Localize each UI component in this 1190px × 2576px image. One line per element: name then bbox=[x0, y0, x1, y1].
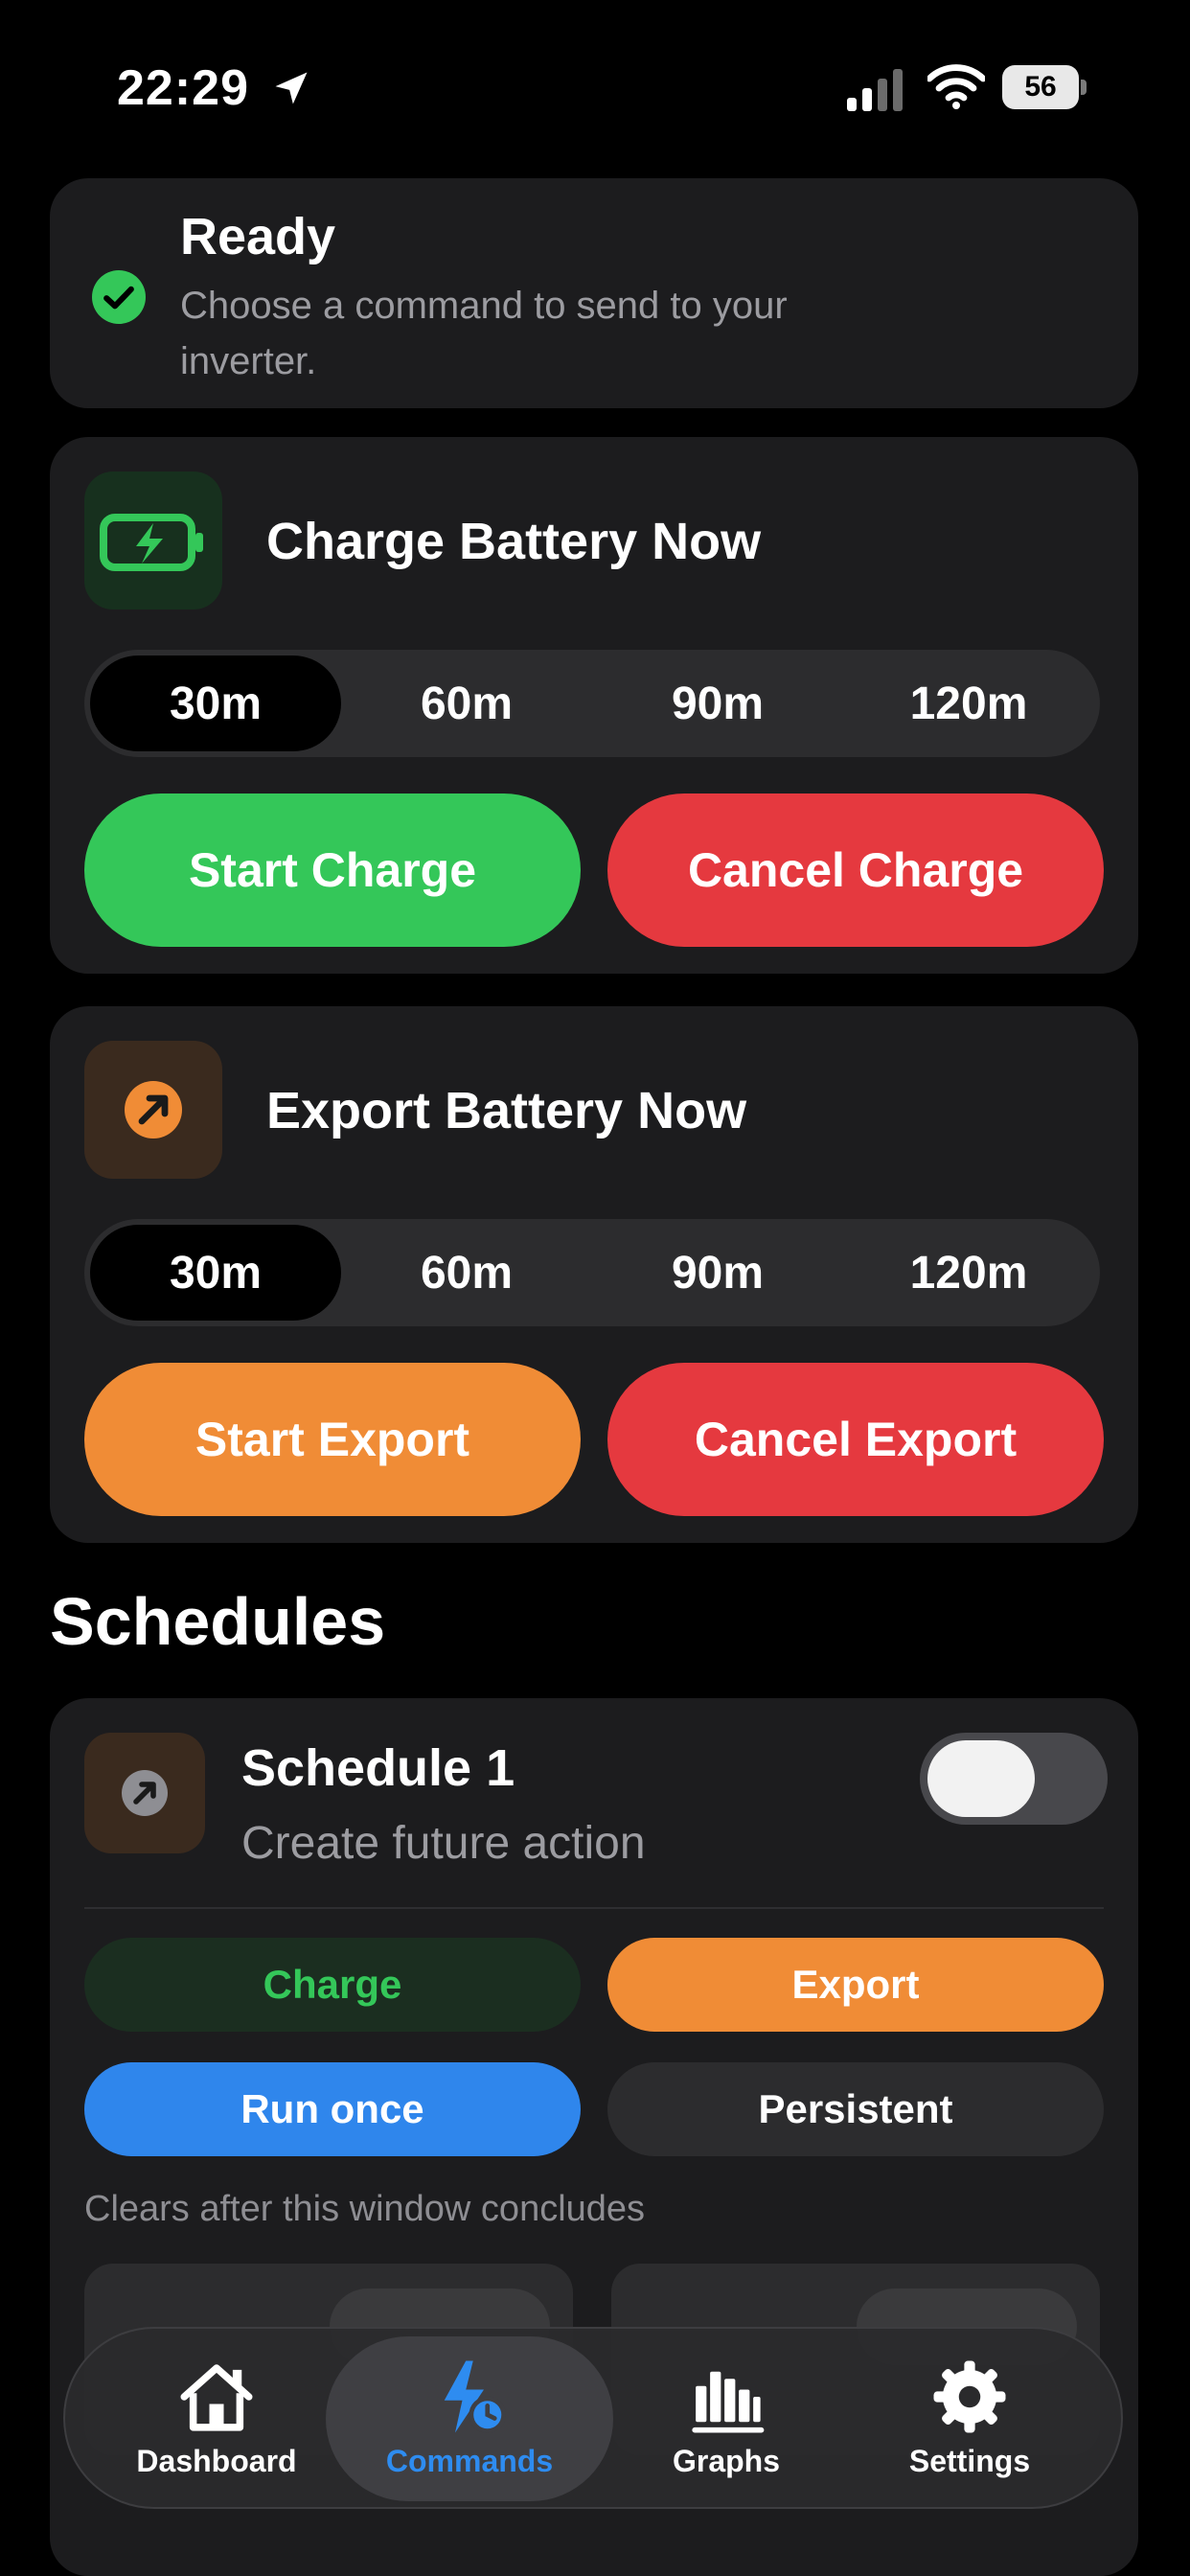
persistent-chip[interactable]: Persistent bbox=[607, 2062, 1104, 2156]
charge-action-row: Start Charge Cancel Charge bbox=[84, 794, 1104, 947]
bolt-clock-icon bbox=[444, 2360, 506, 2433]
tab-label: Commands bbox=[385, 2444, 554, 2478]
charge-battery-card: Charge Battery Now 30m 60m 90m 120m Star… bbox=[50, 437, 1138, 974]
bar-chart-icon bbox=[692, 2371, 765, 2433]
export-duration-picker: 30m 60m 90m 120m bbox=[84, 1219, 1100, 1326]
status-subtitle: Choose a command to send to your inverte… bbox=[180, 285, 788, 382]
cellular-signal-icon bbox=[847, 69, 903, 111]
tab-label: Dashboard bbox=[136, 2444, 297, 2478]
schedule-enable-toggle[interactable] bbox=[920, 1733, 1108, 1825]
status-bar: 22:29 56 bbox=[0, 0, 1190, 172]
export-action-row: Start Export Cancel Export bbox=[84, 1363, 1104, 1516]
cancel-charge-button[interactable]: Cancel Charge bbox=[607, 794, 1104, 947]
battery-charging-icon bbox=[100, 514, 203, 571]
toggle-knob bbox=[927, 1740, 1035, 1817]
charge-duration-30m[interactable]: 30m bbox=[90, 656, 341, 751]
commands-screen: 22:29 56 Ready Choose a command to send … bbox=[0, 0, 1190, 2576]
schedule-subtitle: Create future action bbox=[241, 1818, 646, 1869]
status-time: 22:29 bbox=[117, 60, 249, 116]
export-duration-90m[interactable]: 90m bbox=[592, 1225, 843, 1321]
battery-level: 56 bbox=[1024, 71, 1057, 103]
schedule-divider bbox=[84, 1907, 1104, 1909]
charge-duration-120m[interactable]: 120m bbox=[843, 656, 1094, 751]
tab-bar: Dashboard Commands Graphs Settings bbox=[63, 2327, 1123, 2509]
wifi-icon bbox=[927, 64, 985, 109]
export-duration-30m[interactable]: 30m bbox=[90, 1225, 341, 1321]
schedule-icon-box bbox=[84, 1733, 205, 1853]
export-duration-120m[interactable]: 120m bbox=[843, 1225, 1094, 1321]
tab-graphs[interactable]: Graphs bbox=[609, 2336, 843, 2501]
tab-label: Settings bbox=[908, 2444, 1031, 2478]
schedule-export-icon bbox=[122, 1770, 168, 1816]
status-title: Ready bbox=[180, 208, 336, 265]
export-icon-box bbox=[84, 1041, 222, 1179]
cancel-export-button[interactable]: Cancel Export bbox=[607, 1363, 1104, 1516]
schedule-title: Schedule 1 bbox=[241, 1739, 515, 1797]
tab-commands[interactable]: Commands bbox=[326, 2336, 613, 2501]
tab-label: Graphs bbox=[672, 2444, 781, 2478]
schedule-note: Clears after this window concludes bbox=[84, 2189, 646, 2229]
start-export-button[interactable]: Start Export bbox=[84, 1363, 581, 1516]
export-arrow-icon bbox=[125, 1081, 182, 1138]
charge-duration-60m[interactable]: 60m bbox=[341, 656, 592, 751]
charge-duration-picker: 30m 60m 90m 120m bbox=[84, 650, 1100, 757]
battery-status-icon: 56 bbox=[1002, 65, 1087, 109]
start-charge-button[interactable]: Start Charge bbox=[84, 794, 581, 947]
charge-icon-box bbox=[84, 472, 222, 610]
export-battery-card: Export Battery Now 30m 60m 90m 120m Star… bbox=[50, 1006, 1138, 1543]
mode-export-chip[interactable]: Export bbox=[607, 1938, 1104, 2032]
export-title: Export Battery Now bbox=[266, 1082, 747, 1139]
charge-duration-90m[interactable]: 90m bbox=[592, 656, 843, 751]
tab-dashboard[interactable]: Dashboard bbox=[100, 2336, 333, 2501]
tab-settings[interactable]: Settings bbox=[853, 2336, 1087, 2501]
check-circle-icon bbox=[92, 270, 146, 324]
gear-icon bbox=[933, 2360, 1006, 2433]
schedules-heading: Schedules bbox=[50, 1584, 386, 1659]
charge-title: Charge Battery Now bbox=[266, 513, 762, 570]
status-card: Ready Choose a command to send to your i… bbox=[50, 178, 1138, 408]
location-arrow-icon bbox=[275, 72, 308, 104]
mode-charge-chip[interactable]: Charge bbox=[84, 1938, 581, 2032]
house-icon bbox=[180, 2364, 253, 2431]
export-duration-60m[interactable]: 60m bbox=[341, 1225, 592, 1321]
run-once-chip[interactable]: Run once bbox=[84, 2062, 581, 2156]
